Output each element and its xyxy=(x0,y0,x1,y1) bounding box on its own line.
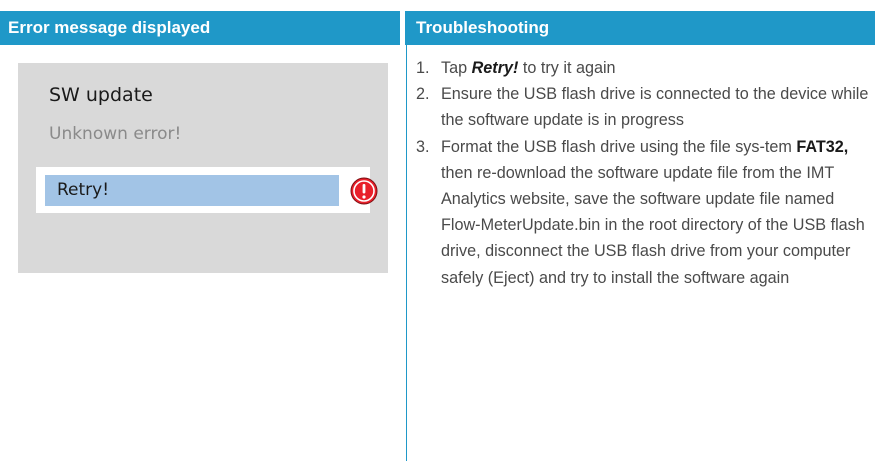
column-divider xyxy=(406,45,407,461)
step-text: Ensure the USB flash drive is connected … xyxy=(441,85,869,130)
retry-button[interactable]: Retry! xyxy=(45,175,339,206)
header-troubleshooting: Troubleshooting xyxy=(405,11,875,45)
step-text: Tap xyxy=(441,59,472,77)
device-screen: SW update Unknown error! Retry! xyxy=(18,63,388,273)
step-text: Format the USB flash drive using the fil… xyxy=(441,137,797,156)
step-text: to try it again xyxy=(518,59,616,77)
retry-container: Retry! xyxy=(36,167,378,213)
screen-subtitle: Unknown error! xyxy=(49,124,182,144)
step-1: 1. Tap Retry! to try it again xyxy=(416,55,871,81)
step-number: 3. xyxy=(416,137,430,156)
screen-title: SW update xyxy=(49,84,153,106)
troubleshooting-steps: 1. Tap Retry! to try it again 2. Ensure … xyxy=(416,55,871,291)
fat32-emphasis: FAT32, xyxy=(796,137,849,156)
step-number: 1. xyxy=(416,59,430,77)
step-text: then re-download the software update fil… xyxy=(441,163,865,287)
step-3: 3. Format the USB flash drive using the … xyxy=(416,134,871,291)
error-icon xyxy=(350,177,378,205)
step-2: 2. Ensure the USB flash drive is connect… xyxy=(416,81,871,133)
step-number: 2. xyxy=(416,85,430,104)
retry-emphasis: Retry! xyxy=(471,59,519,77)
header-error-message: Error message displayed xyxy=(0,11,400,45)
